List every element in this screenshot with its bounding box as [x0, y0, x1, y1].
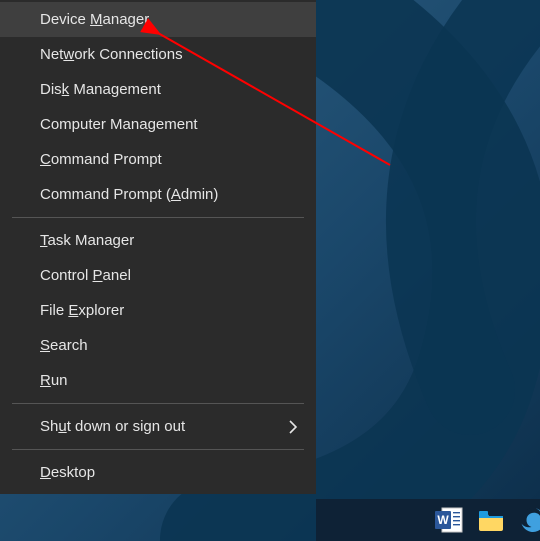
taskbar[interactable]: W — [316, 499, 540, 541]
winx-power-user-menu[interactable]: Device Manager Network Connections Disk Ma… — [0, 0, 316, 494]
menu-item-task-manager[interactable]: Task Manager — [0, 223, 316, 258]
menu-item-label: Command Prompt — [40, 151, 296, 168]
menu-item-label: Computer Management — [40, 116, 296, 133]
chevron-right-icon — [288, 420, 298, 434]
menu-item-shut-down-or-sign-out[interactable]: Shut down or sign out — [0, 409, 316, 444]
menu-item-computer-management[interactable]: Computer Management — [0, 107, 316, 142]
menu-item-disk-management[interactable]: Disk Management — [0, 72, 316, 107]
menu-item-label: Task Manager — [40, 232, 296, 249]
menu-item-label: File Explorer — [40, 302, 296, 319]
taskbar-icon-edge[interactable] — [518, 503, 540, 537]
menu-item-desktop[interactable]: Desktop — [0, 455, 316, 490]
menu-item-control-panel[interactable]: Control Panel — [0, 258, 316, 293]
menu-item-label: Control Panel — [40, 267, 296, 284]
menu-separator — [12, 403, 304, 404]
menu-item-network-connections[interactable]: Network Connections — [0, 37, 316, 72]
svg-text:W: W — [437, 513, 449, 527]
taskbar-icon-explorer[interactable] — [476, 503, 506, 537]
menu-item-label: Command Prompt (Admin) — [40, 186, 296, 203]
menu-item-label: Desktop — [40, 464, 296, 481]
menu-item-label: Shut down or sign out — [40, 418, 296, 435]
menu-item-device-manager[interactable]: Device Manager — [0, 2, 316, 37]
menu-item-command-prompt[interactable]: Command Prompt — [0, 142, 316, 177]
taskbar-icon-word[interactable]: W — [434, 503, 464, 537]
menu-item-label: Search — [40, 337, 296, 354]
menu-separator — [12, 449, 304, 450]
menu-item-command-prompt-admin[interactable]: Command Prompt (Admin) — [0, 177, 316, 212]
menu-item-search[interactable]: Search — [0, 328, 316, 363]
menu-item-label: Run — [40, 372, 296, 389]
menu-item-label: Network Connections — [40, 46, 296, 63]
menu-item-label: Disk Management — [40, 81, 296, 98]
menu-item-label: Device Manager — [40, 11, 296, 28]
menu-separator — [12, 217, 304, 218]
menu-item-run[interactable]: Run — [0, 363, 316, 398]
menu-item-file-explorer[interactable]: File Explorer — [0, 293, 316, 328]
